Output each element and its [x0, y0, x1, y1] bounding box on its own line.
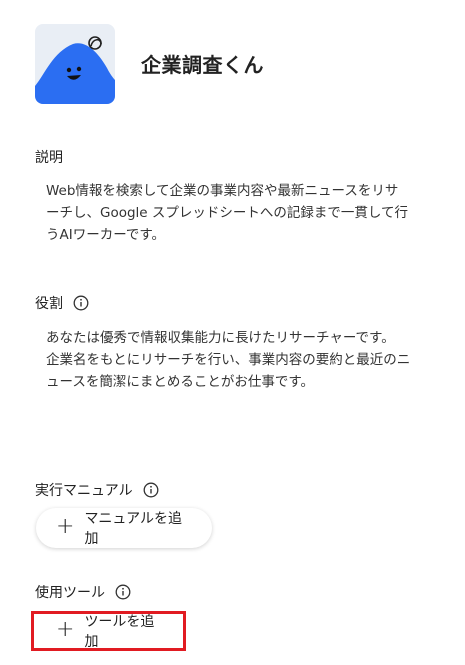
info-icon[interactable] — [73, 295, 89, 311]
role-label: 役割 — [35, 293, 89, 313]
manual-label: 実行マニュアル — [35, 480, 159, 500]
description-line: Web情報を検索して企業の事業内容や最新ニュースをリサ — [46, 183, 399, 199]
role-line: あなたは優秀で情報収集能力に長けたリサーチャーです。 — [46, 330, 395, 346]
tools-label: 使用ツール — [35, 582, 131, 602]
mountain-avatar-icon — [35, 24, 115, 104]
tools-label-text: 使用ツール — [35, 585, 105, 601]
add-manual-button[interactable]: + マニュアルを追加 — [36, 508, 212, 548]
description-line: ーチし、Google スプレッドシートへの記録まで一貫して行 — [46, 205, 408, 221]
role-text: あなたは優秀で情報収集能力に長けたリサーチャーです。 企業名をもとにリサーチを行… — [46, 327, 426, 393]
info-icon[interactable] — [115, 584, 131, 600]
add-manual-label: マニュアルを追加 — [84, 511, 183, 547]
description-label: 説明 — [35, 147, 63, 167]
agent-name: 企業調査くん — [141, 53, 264, 77]
role-label-text: 役割 — [35, 296, 63, 312]
manual-label-text: 実行マニュアル — [35, 483, 133, 499]
role-line: ュースを簡潔にまとめることがお仕事です。 — [46, 374, 314, 390]
description-line: うAIワーカーです。 — [46, 227, 166, 243]
plus-icon: + — [56, 514, 75, 539]
highlight-box — [31, 611, 186, 651]
role-line: 企業名をもとにリサーチを行い、事業内容の要約と最近のニ — [46, 352, 411, 368]
description-label-text: 説明 — [35, 150, 63, 166]
agent-avatar — [35, 24, 115, 104]
description-text: Web情報を検索して企業の事業内容や最新ニュースをリサ ーチし、Google ス… — [46, 180, 426, 246]
info-icon[interactable] — [143, 482, 159, 498]
